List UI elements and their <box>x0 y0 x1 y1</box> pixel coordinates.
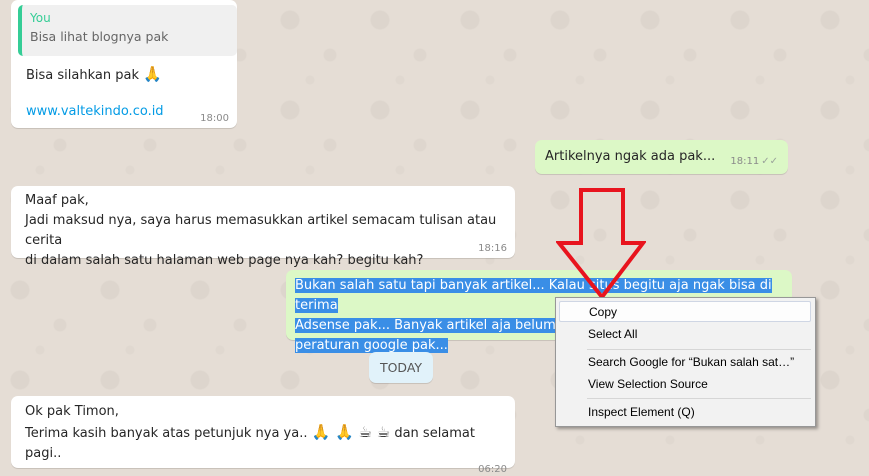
quoted-message[interactable]: You Bisa lihat blognya pak <box>18 5 237 56</box>
message-time: 06:20 <box>478 464 507 475</box>
message-text: Bisa silahkan pak 🙏 <box>26 65 162 83</box>
emoji-sequence: 🙏 🙏 ☕ ☕ <box>311 423 391 441</box>
quote-author: You <box>30 11 51 25</box>
message-bubble-incoming[interactable]: Maaf pak, Jadi maksud nya, saya harus me… <box>11 186 515 268</box>
double-check-icon: ✓✓ <box>761 156 778 167</box>
folded-hands-emoji: 🙏 <box>143 65 162 83</box>
message-time: 18:11 ✓✓ <box>730 156 778 167</box>
message-text: Maaf pak, Jadi maksud nya, saya harus me… <box>25 193 497 268</box>
message-bubble-incoming[interactable]: You Bisa lihat blognya pak Bisa silahkan… <box>11 0 237 128</box>
message-text: Artikelnya ngak ada pak... <box>545 149 716 164</box>
red-down-arrow-icon <box>556 188 646 300</box>
message-time: 18:00 <box>200 113 229 124</box>
menu-item-copy[interactable]: Copy <box>559 301 811 322</box>
context-menu: Copy Select All Search Google for “Bukan… <box>555 297 816 427</box>
message-text: Ok pak Timon, Terima kasih banyak atas p… <box>25 404 475 461</box>
menu-separator <box>587 349 811 350</box>
menu-item-inspect-element[interactable]: Inspect Element (Q) <box>559 402 811 423</box>
menu-item-search-google[interactable]: Search Google for “Bukan salah sat…” <box>559 352 811 373</box>
date-divider: TODAY <box>369 352 433 383</box>
message-bubble-incoming[interactable]: Ok pak Timon, Terima kasih banyak atas p… <box>11 396 515 475</box>
menu-separator <box>587 398 811 399</box>
message-time: 18:16 <box>478 243 507 254</box>
message-link[interactable]: www.valtekindo.co.id <box>26 102 164 122</box>
menu-item-view-selection-source[interactable]: View Selection Source <box>559 374 811 395</box>
menu-item-select-all[interactable]: Select All <box>559 324 811 345</box>
message-bubble-outgoing[interactable]: Artikelnya ngak ada pak... 18:11 ✓✓ <box>535 140 788 174</box>
quote-text: Bisa lihat blognya pak <box>30 29 169 44</box>
